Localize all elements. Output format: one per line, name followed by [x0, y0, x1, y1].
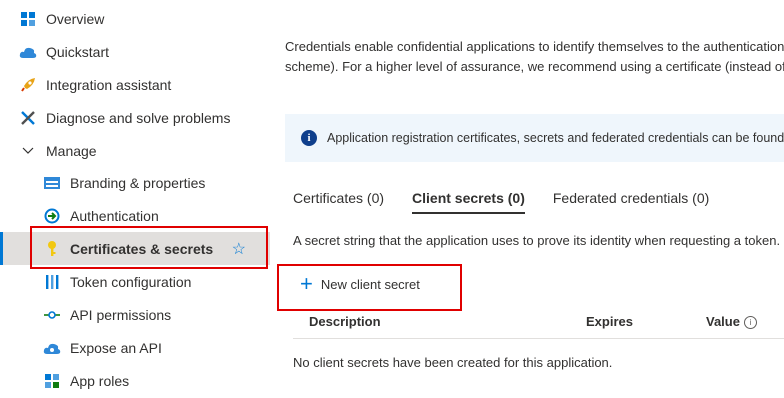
sidebar-item-diagnose[interactable]: Diagnose and solve problems — [0, 101, 270, 134]
sidebar-item-app-roles[interactable]: App roles — [0, 364, 270, 397]
column-header-description: Description — [309, 314, 381, 329]
tab-certificates[interactable]: Certificates (0) — [293, 190, 384, 214]
client-secret-description: A secret string that the application use… — [293, 233, 781, 248]
sidebar-item-token-configuration[interactable]: Token configuration — [0, 265, 270, 298]
branding-icon — [42, 173, 62, 193]
sidebar-item-label: Overview — [46, 10, 105, 27]
sidebar-item-branding[interactable]: Branding & properties — [0, 166, 270, 199]
credentials-tabs: Certificates (0) Client secrets (0) Fede… — [293, 190, 737, 214]
overview-icon — [18, 9, 38, 29]
selected-indicator — [0, 232, 3, 265]
sidebar-item-label: API permissions — [70, 306, 172, 323]
sidebar-item-integration-assistant[interactable]: Integration assistant — [0, 68, 270, 101]
info-icon[interactable]: i — [743, 316, 757, 330]
sidebar-item-label: App roles — [70, 372, 130, 389]
info-text: Application registration certificates, s… — [327, 131, 784, 145]
sidebar-item-label: Manage — [46, 142, 97, 159]
info-icon: i — [301, 130, 317, 146]
credentials-description: Credentials enable confidential applicat… — [285, 39, 784, 74]
sidebar-item-label: Quickstart — [46, 43, 110, 60]
sidebar-item-label: Integration assistant — [46, 76, 172, 93]
cloud-icon — [18, 42, 38, 62]
table-header: Description Expires Value i — [293, 308, 784, 339]
sidebar-item-label: Authentication — [70, 207, 159, 224]
sidebar-item-expose-api[interactable]: Expose an API — [0, 331, 270, 364]
cloud-api-icon — [42, 338, 62, 358]
column-header-expires: Expires — [586, 314, 633, 329]
column-header-value: Value i — [706, 314, 757, 330]
sidebar-item-overview[interactable]: Overview — [0, 2, 270, 35]
tab-client-secrets[interactable]: Client secrets (0) — [412, 190, 525, 214]
main-content: Credentials enable confidential applicat… — [270, 0, 784, 398]
api-permissions-icon — [42, 305, 62, 325]
tab-federated-credentials[interactable]: Federated credentials (0) — [553, 190, 709, 214]
token-config-icon — [42, 272, 62, 292]
empty-state-message: No client secrets have been created for … — [293, 355, 613, 370]
sidebar-item-label: Diagnose and solve problems — [46, 109, 231, 126]
sidebar-item-quickstart[interactable]: Quickstart — [0, 35, 270, 68]
app-roles-icon — [42, 371, 62, 391]
highlight-box-new-secret — [277, 264, 462, 311]
rocket-icon — [18, 75, 38, 95]
authentication-icon — [42, 206, 62, 226]
sidebar-item-label: Expose an API — [70, 339, 162, 356]
sidebar-group-manage[interactable]: Manage — [0, 134, 270, 167]
info-banner: i Application registration certificates,… — [285, 114, 784, 162]
highlight-box-certificates — [30, 226, 268, 269]
sidebar-nav: Overview Quickstart Integration assistan… — [0, 0, 270, 398]
tools-icon — [18, 108, 38, 128]
chevron-down-icon — [18, 141, 38, 161]
sidebar-item-label: Token configuration — [70, 273, 192, 290]
sidebar-item-api-permissions[interactable]: API permissions — [0, 298, 270, 331]
sidebar-item-label: Branding & properties — [70, 174, 206, 191]
